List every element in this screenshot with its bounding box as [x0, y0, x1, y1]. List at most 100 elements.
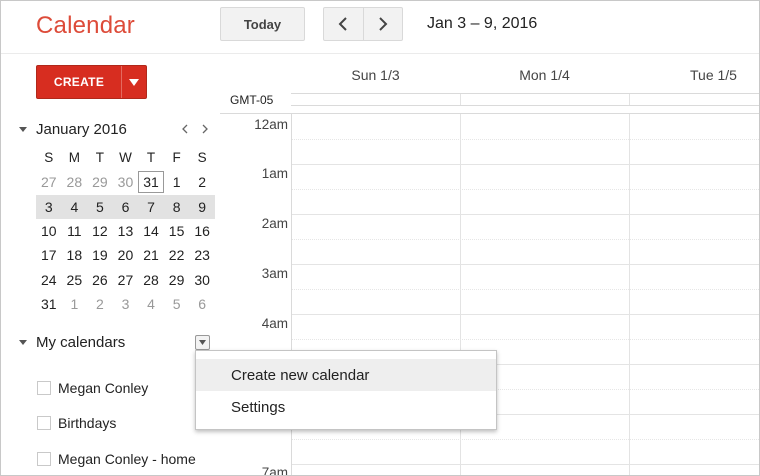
weekday-label: F	[172, 150, 181, 166]
calendar-list-item[interactable]: Megan Conley - home	[37, 441, 196, 475]
mini-day-cell[interactable]: 7	[138, 197, 164, 217]
weekday-label: M	[68, 150, 80, 166]
mini-day-cell[interactable]: 30	[113, 172, 139, 192]
mini-day-cell[interactable]: 29	[164, 270, 190, 290]
create-options-button[interactable]	[121, 66, 146, 98]
hour-line	[292, 164, 759, 165]
calendar-checkbox[interactable]	[37, 451, 51, 466]
mini-day-cell[interactable]: 13	[113, 221, 139, 241]
day-header-mon[interactable]: Mon 1/4	[460, 67, 629, 83]
all-day-divider	[629, 94, 630, 105]
mini-calendar-grid: S M T W T F S 27 28 29 30 31 1 2 3 4 5 6…	[36, 146, 215, 316]
mini-next-month-icon[interactable]	[202, 124, 209, 134]
menu-item-create-new-calendar[interactable]: Create new calendar	[196, 359, 496, 391]
mini-calendar-month: January 2016	[36, 120, 127, 138]
calendar-list-item[interactable]: Megan Conley	[37, 370, 196, 406]
hour-line	[292, 214, 759, 215]
weekday-label: T	[95, 150, 105, 166]
timezone-label: GMT-05	[230, 93, 274, 107]
previous-period-button[interactable]	[324, 8, 363, 40]
mini-day-cell[interactable]: 14	[138, 221, 164, 241]
mini-day-cell[interactable]: 6	[189, 294, 215, 314]
mini-day-cell[interactable]: 2	[189, 172, 215, 192]
mini-day-cell[interactable]: 24	[36, 270, 62, 290]
mini-day-cell[interactable]: 8	[164, 197, 190, 217]
create-button-group: CREATE	[36, 65, 147, 99]
mini-week-row: 10 11 12 13 14 15 16	[36, 219, 215, 243]
mini-day-cell[interactable]: 30	[189, 270, 215, 290]
mini-day-cell[interactable]: 2	[87, 294, 113, 314]
weekday-label: S	[197, 150, 207, 166]
calendar-checkbox[interactable]	[37, 416, 51, 431]
mini-week-row: 27 28 29 30 31 1 2	[36, 170, 215, 194]
hour-line	[292, 264, 759, 265]
hour-label: 12am	[254, 117, 288, 132]
mini-day-cell[interactable]: 31	[36, 294, 62, 314]
weekday-label: S	[44, 150, 54, 166]
day-header-tue[interactable]: Tue 1/5	[629, 67, 759, 83]
mini-day-cell[interactable]: 3	[113, 294, 139, 314]
mini-day-cell[interactable]: 5	[164, 294, 190, 314]
day-header-sun[interactable]: Sun 1/3	[291, 67, 460, 83]
mini-calendar-header: January 2016	[19, 119, 215, 139]
mini-day-cell[interactable]: 17	[36, 245, 62, 265]
mini-day-cell[interactable]: 5	[87, 197, 113, 217]
all-day-row[interactable]	[291, 93, 759, 106]
date-nav	[323, 7, 403, 41]
mini-day-cell[interactable]: 9	[189, 197, 215, 217]
mini-day-cell[interactable]: 28	[62, 172, 88, 192]
mini-day-cell[interactable]: 1	[62, 294, 88, 314]
mini-day-cell[interactable]: 27	[36, 172, 62, 192]
mini-day-cell[interactable]: 10	[36, 221, 62, 241]
half-hour-line	[292, 339, 759, 340]
mini-day-cell[interactable]: 25	[62, 270, 88, 290]
next-period-button[interactable]	[362, 8, 403, 40]
mini-day-cell[interactable]: 12	[87, 221, 113, 241]
day-headers: Sun 1/3 Mon 1/4 Tue 1/5	[291, 67, 759, 93]
my-calendars-options-button[interactable]	[195, 334, 210, 350]
collapse-caret-icon[interactable]	[19, 126, 27, 132]
menu-item-settings[interactable]: Settings	[196, 391, 496, 423]
mini-day-cell[interactable]: 15	[164, 221, 190, 241]
hour-line	[292, 314, 759, 315]
mini-prev-month-icon[interactable]	[181, 124, 188, 134]
calendar-name: Megan Conley - home	[58, 450, 196, 467]
weekday-label: T	[146, 150, 156, 166]
mini-day-cell[interactable]: 28	[138, 270, 164, 290]
mini-day-cell[interactable]: 6	[113, 197, 139, 217]
mini-day-cell[interactable]: 23	[189, 245, 215, 265]
hour-line	[292, 464, 759, 465]
calendar-checkbox[interactable]	[37, 380, 51, 395]
mini-day-cell[interactable]: 3	[36, 197, 62, 217]
mini-day-cell[interactable]: 22	[164, 245, 190, 265]
all-day-divider	[460, 94, 461, 105]
create-button[interactable]: CREATE	[37, 66, 121, 98]
mini-day-cell-selected[interactable]: 31	[138, 171, 164, 194]
mini-day-cell[interactable]: 4	[62, 197, 88, 217]
my-calendars-title[interactable]: My calendars	[36, 334, 195, 351]
chevron-left-icon	[338, 17, 347, 31]
mini-day-cell[interactable]: 26	[87, 270, 113, 290]
mini-day-cell[interactable]: 21	[138, 245, 164, 265]
mini-day-cell[interactable]: 20	[113, 245, 139, 265]
collapse-caret-icon[interactable]	[19, 339, 27, 345]
mini-day-cell[interactable]: 29	[87, 172, 113, 192]
mini-calendar-nav	[181, 124, 209, 134]
mini-day-cell[interactable]: 27	[113, 270, 139, 290]
caret-down-icon	[129, 78, 139, 86]
day-column-divider	[629, 114, 630, 475]
hour-label: 7am	[261, 465, 288, 476]
calendar-list-item[interactable]: Birthdays	[37, 406, 196, 442]
hour-label: 3am	[261, 266, 288, 281]
mini-day-cell[interactable]: 11	[62, 221, 88, 241]
mini-day-cell[interactable]: 4	[138, 294, 164, 314]
chevron-right-icon	[379, 17, 388, 31]
today-button[interactable]: Today	[220, 7, 305, 41]
mini-day-cell[interactable]: 18	[62, 245, 88, 265]
calendar-name: Megan Conley	[58, 379, 149, 396]
mini-day-cell[interactable]: 1	[164, 172, 190, 192]
mini-day-cell[interactable]: 19	[87, 245, 113, 265]
my-calendars-dropdown-menu: Create new calendar Settings	[195, 350, 497, 430]
mini-day-cell[interactable]: 16	[189, 221, 215, 241]
app-title: Calendar	[36, 12, 135, 39]
